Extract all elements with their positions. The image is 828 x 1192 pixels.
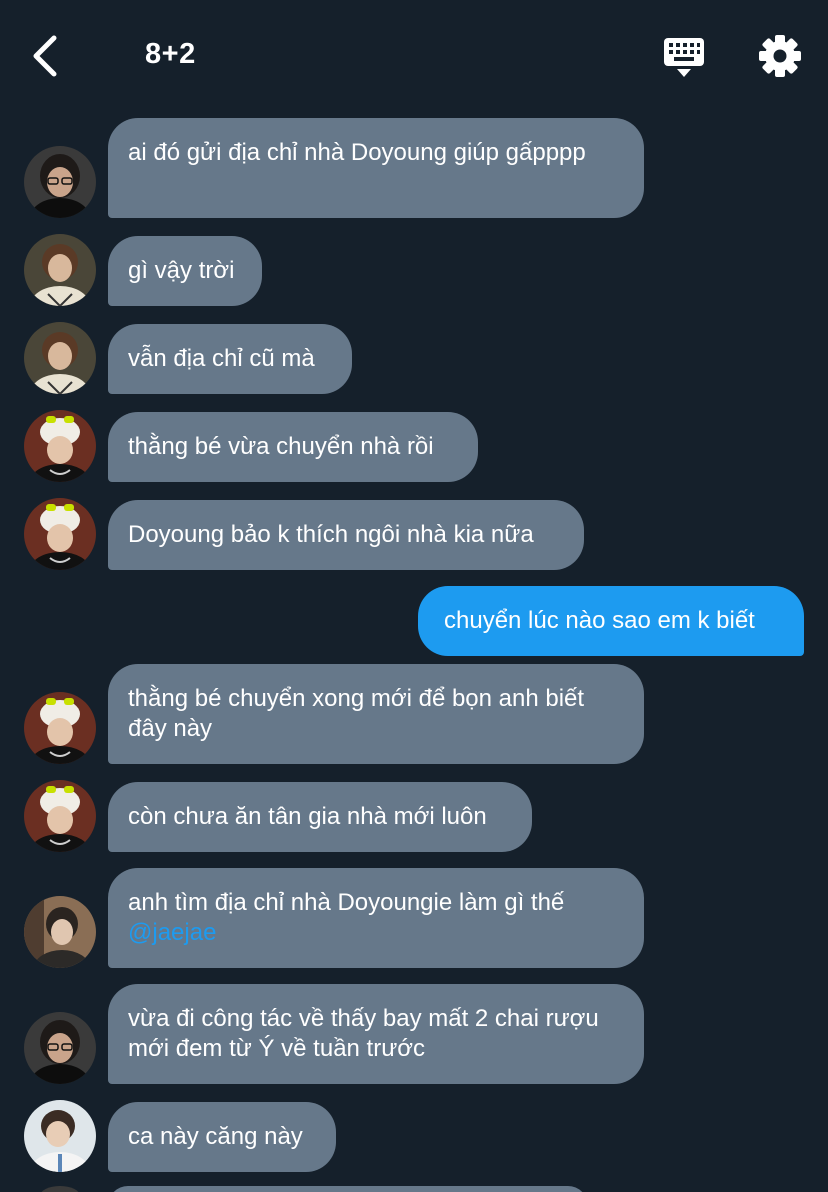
avatar[interactable] xyxy=(24,780,96,852)
message-text: thằng bé chuyển xong mới để bọn anh biết… xyxy=(128,685,585,742)
avatar-image xyxy=(24,322,96,394)
avatar[interactable] xyxy=(24,692,96,764)
chat-header: 8+2 xyxy=(0,0,828,110)
avatar[interactable] xyxy=(24,410,96,482)
mention-link[interactable]: @jaejae xyxy=(128,919,216,946)
message-bubble-outgoing[interactable]: chuyển lúc nào sao em k biết xyxy=(418,586,804,656)
avatar[interactable] xyxy=(24,498,96,570)
message-row: thằng bé vừa chuyển nhà rồi xyxy=(0,410,828,482)
avatar[interactable] xyxy=(24,322,96,394)
avatar-image xyxy=(24,896,96,968)
avatar-image xyxy=(24,498,96,570)
message-bubble[interactable]: thằng bé chuyển xong mới để bọn anh biết… xyxy=(108,664,644,764)
avatar-image xyxy=(24,146,96,218)
message-text: ai đó gửi địa chỉ nhà Doyoung giúp gấppp… xyxy=(128,139,586,166)
avatar-image xyxy=(24,1012,96,1084)
message-text: gì vậy trời xyxy=(128,257,235,284)
avatar-image xyxy=(24,234,96,306)
message-bubble[interactable]: vẫn địa chỉ cũ mà xyxy=(108,324,352,394)
avatar-image xyxy=(24,780,96,852)
message-row: ca này căng này xyxy=(0,1100,828,1172)
avatar[interactable] xyxy=(24,1100,96,1172)
avatar[interactable] xyxy=(40,1186,80,1192)
message-row: gì vậy trời xyxy=(0,234,828,306)
message-text: anh tìm địa chỉ nhà Doyoungie làm gì thế xyxy=(128,889,565,916)
avatar[interactable] xyxy=(24,234,96,306)
message-text: ca này căng này xyxy=(128,1123,303,1150)
keyboard-button[interactable] xyxy=(660,36,708,80)
message-bubble[interactable]: ai đó gửi địa chỉ nhà Doyoung giúp gấppp… xyxy=(108,118,644,218)
message-row-outgoing: chuyển lúc nào sao em k biết xyxy=(0,586,828,656)
message-bubble[interactable]: còn chưa ăn tân gia nhà mới luôn xyxy=(108,782,532,852)
message-text: chuyển lúc nào sao em k biết xyxy=(444,607,755,634)
message-text: thằng bé vừa chuyển nhà rồi xyxy=(128,433,434,460)
message-text: Doyoung bảo k thích ngôi nhà kia nữa xyxy=(128,521,534,548)
message-bubble[interactable]: vừa đi công tác về thấy bay mất 2 chai r… xyxy=(108,984,644,1084)
settings-button[interactable] xyxy=(756,32,804,80)
message-bubble[interactable]: anh tìm địa chỉ nhà Doyoungie làm gì thế… xyxy=(108,868,644,968)
message-row: thằng bé chuyển xong mới để bọn anh biết… xyxy=(0,664,828,764)
message-row: anh tìm địa chỉ nhà Doyoungie làm gì thế… xyxy=(0,868,828,968)
message-row-partial xyxy=(0,1186,828,1192)
message-row: ai đó gửi địa chỉ nhà Doyoung giúp gấppp… xyxy=(0,118,828,218)
message-text: vẫn địa chỉ cũ mà xyxy=(128,345,315,372)
message-text: còn chưa ăn tân gia nhà mới luôn xyxy=(128,803,487,830)
avatar[interactable] xyxy=(24,1012,96,1084)
message-row: vẫn địa chỉ cũ mà xyxy=(0,322,828,394)
message-bubble[interactable]: Doyoung bảo k thích ngôi nhà kia nữa xyxy=(108,500,584,570)
message-bubble[interactable]: gì vậy trời xyxy=(108,236,262,306)
avatar-image xyxy=(24,410,96,482)
gear-icon xyxy=(759,35,801,77)
message-bubble[interactable]: thằng bé vừa chuyển nhà rồi xyxy=(108,412,478,482)
message-text: vừa đi công tác về thấy bay mất 2 chai r… xyxy=(128,1005,599,1062)
avatar[interactable] xyxy=(24,896,96,968)
avatar-image xyxy=(24,692,96,764)
message-row: còn chưa ăn tân gia nhà mới luôn xyxy=(0,780,828,852)
message-row: vừa đi công tác về thấy bay mất 2 chai r… xyxy=(0,984,828,1084)
chat-title: 8+2 xyxy=(145,38,196,70)
avatar-image xyxy=(24,1100,96,1172)
message-bubble[interactable] xyxy=(108,1186,588,1192)
message-row: Doyoung bảo k thích ngôi nhà kia nữa xyxy=(0,498,828,570)
message-bubble[interactable]: ca này căng này xyxy=(108,1102,336,1172)
back-button[interactable] xyxy=(26,32,66,80)
keyboard-icon xyxy=(664,38,704,77)
chevron-left-icon xyxy=(33,35,57,77)
avatar[interactable] xyxy=(24,146,96,218)
